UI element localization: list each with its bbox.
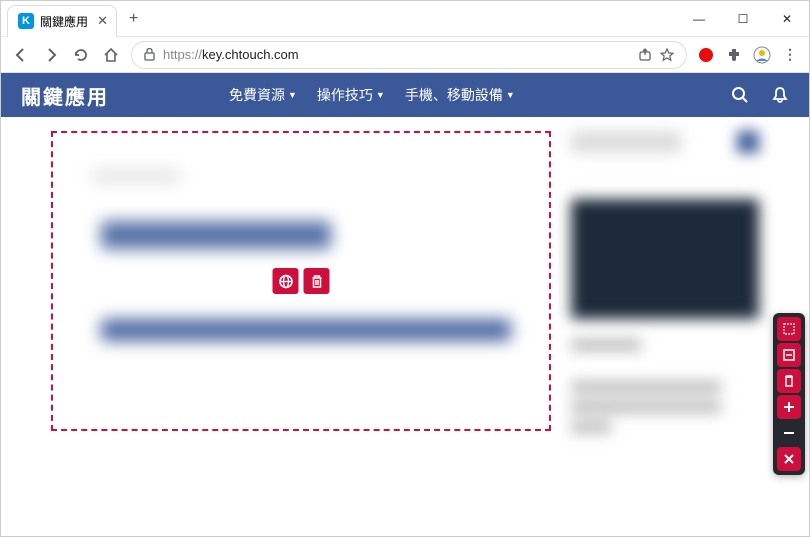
tab-title: 關鍵應用 <box>40 13 88 30</box>
extensions-icon[interactable] <box>725 46 743 64</box>
favicon-icon: K <box>18 13 34 29</box>
nav-menu-item-2[interactable]: 手機、移動設備▼ <box>405 85 515 105</box>
reload-button[interactable] <box>71 45 91 65</box>
share-icon[interactable] <box>638 48 652 62</box>
back-button[interactable] <box>11 45 31 65</box>
profile-icon[interactable] <box>753 46 771 64</box>
selection-box[interactable] <box>51 131 551 431</box>
chevron-down-icon: ▼ <box>506 90 515 100</box>
star-icon[interactable] <box>660 48 674 62</box>
content-area: [ Microsoft Edge ]如何隱藏標題列，騰出更舒適的瀏覽空間？ 20… <box>1 117 809 536</box>
nav-menu-item-1[interactable]: 操作技巧▼ <box>317 85 385 105</box>
extension-red-icon[interactable] <box>697 46 715 64</box>
tab-close-icon[interactable]: ✕ <box>97 13 108 29</box>
home-button[interactable] <box>101 45 121 65</box>
selection-globe-button[interactable] <box>273 268 299 294</box>
tool-expand-button[interactable] <box>777 343 801 367</box>
search-icon[interactable] <box>731 86 749 104</box>
url-text: https://key.chtouch.com <box>163 47 299 62</box>
bell-icon[interactable] <box>771 86 789 104</box>
minimize-button[interactable]: — <box>677 4 721 34</box>
lock-icon <box>144 48 155 61</box>
tool-select-button[interactable] <box>777 317 801 341</box>
selection-toolbar <box>273 268 330 294</box>
site-logo[interactable]: 關鍵應用 <box>21 81 109 110</box>
nav-menu: 免費資源▼ 操作技巧▼ 手機、移動設備▼ <box>229 85 515 105</box>
tool-close-button[interactable] <box>777 447 801 471</box>
main-column: [ Microsoft Edge ]如何隱藏標題列，騰出更舒適的瀏覽空間？ 20… <box>51 131 551 536</box>
nav-right <box>731 86 789 104</box>
tool-minus-button[interactable] <box>777 421 801 445</box>
selection-trash-button[interactable] <box>304 268 330 294</box>
nav-menu-item-0[interactable]: 免費資源▼ <box>229 85 297 105</box>
menu-icon[interactable]: ⋮ <box>781 46 799 64</box>
site-navbar: 關鍵應用 免費資源▼ 操作技巧▼ 手機、移動設備▼ <box>1 73 809 117</box>
tool-plus-button[interactable] <box>777 395 801 419</box>
window-controls: — ☐ ✕ <box>677 4 809 34</box>
new-tab-button[interactable]: + <box>129 10 138 28</box>
chevron-down-icon: ▼ <box>288 90 297 100</box>
side-column <box>571 131 759 536</box>
maximize-button[interactable]: ☐ <box>721 4 765 34</box>
url-box[interactable]: https://key.chtouch.com <box>131 41 687 69</box>
address-bar: https://key.chtouch.com ⋮ <box>1 37 809 73</box>
forward-button[interactable] <box>41 45 61 65</box>
chevron-down-icon: ▼ <box>376 90 385 100</box>
close-window-button[interactable]: ✕ <box>765 4 809 34</box>
tool-trash-button[interactable] <box>777 369 801 393</box>
floating-toolbar <box>773 313 805 475</box>
extension-icons: ⋮ <box>697 46 799 64</box>
window-titlebar: K 關鍵應用 ✕ + — ☐ ✕ <box>1 1 809 37</box>
browser-tab[interactable]: K 關鍵應用 ✕ <box>7 5 117 37</box>
